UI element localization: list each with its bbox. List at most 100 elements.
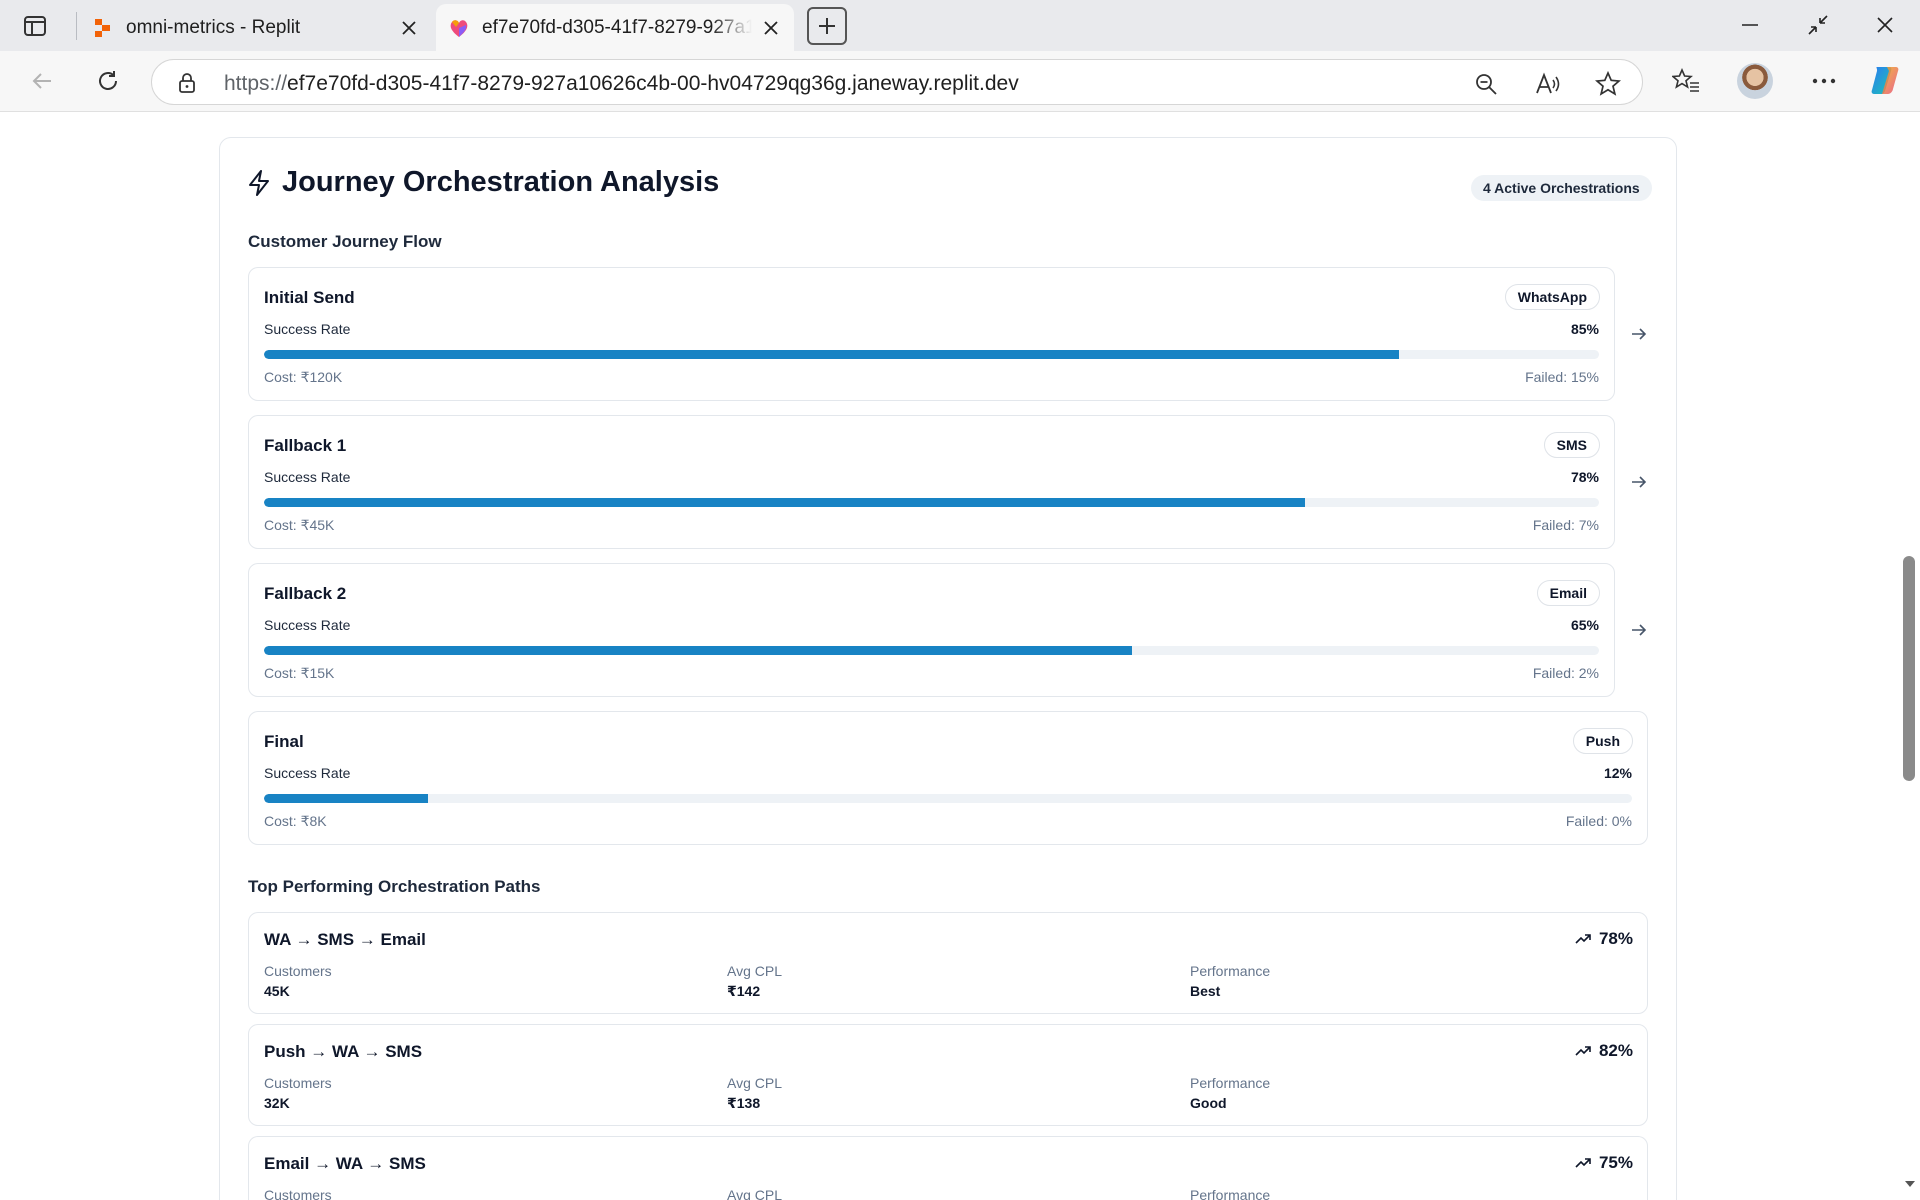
- performance-column: Performance Best: [1190, 963, 1270, 999]
- success-rate-label: Success Rate: [264, 617, 351, 633]
- avg-cpl-column: Avg CPL: [727, 1187, 782, 1200]
- customers-label: Customers: [264, 963, 332, 979]
- profile-avatar[interactable]: [1737, 63, 1773, 99]
- path-rate-value: 78%: [1598, 929, 1633, 948]
- settings-more-button[interactable]: [1804, 61, 1844, 101]
- url-host: ef7e70fd-d305-41f7-8279-927a10626c4b-00-…: [287, 72, 1019, 95]
- success-rate-value: 65%: [1570, 617, 1599, 633]
- success-progress-track: [264, 350, 1599, 359]
- customers-label: Customers: [264, 1075, 332, 1091]
- journey-step: Initial Send WhatsApp Success Rate 85% C…: [248, 267, 1615, 401]
- journey-step: Fallback 1 SMS Success Rate 78% Cost: ₹4…: [248, 415, 1615, 549]
- arrow-left-icon: [32, 73, 51, 89]
- path-name: WA → SMS → Email: [264, 930, 426, 949]
- reload-button[interactable]: [88, 61, 128, 101]
- top-paths-heading: Top Performing Orchestration Paths: [248, 877, 541, 896]
- customers-value: 32K: [264, 1095, 290, 1111]
- performance-column: Performance Good: [1190, 1075, 1270, 1111]
- success-progress-track: [264, 794, 1632, 803]
- avg-cpl-column: Avg CPL ₹142: [727, 963, 782, 1000]
- performance-value: Best: [1190, 983, 1221, 999]
- path-rate: 78%: [1575, 929, 1633, 949]
- restore-window-button[interactable]: [1790, 6, 1846, 44]
- more-horizontal-icon: [1812, 78, 1836, 84]
- lock-icon[interactable]: [176, 72, 198, 94]
- path-rate-value: 75%: [1598, 1153, 1633, 1172]
- success-rate-label: Success Rate: [264, 321, 351, 337]
- tab-separator: [76, 12, 77, 40]
- path-rate: 82%: [1575, 1041, 1633, 1061]
- favorite-star-icon[interactable]: [1594, 70, 1622, 98]
- avg-cpl-column: Avg CPL ₹138: [727, 1075, 782, 1112]
- performance-value: Good: [1190, 1095, 1227, 1111]
- customers-label: Customers: [264, 1187, 332, 1200]
- address-bar[interactable]: https://ef7e70fd-d305-41f7-8279-927a1062…: [151, 59, 1643, 105]
- path-name: Email → WA → SMS: [264, 1154, 426, 1173]
- trending-up-icon: [1575, 1046, 1591, 1056]
- new-tab-button[interactable]: [807, 7, 847, 45]
- journey-step: Fallback 2 Email Success Rate 65% Cost: …: [248, 563, 1615, 697]
- success-rate-value: 85%: [1570, 321, 1599, 337]
- page-scrollbar-thumb[interactable]: [1903, 556, 1915, 781]
- minimize-icon: [1742, 24, 1758, 26]
- zap-icon: [249, 169, 269, 196]
- tab-active-app[interactable]: ef7e70fd-d305-41f7-8279-927a10626c4b-00-…: [436, 4, 794, 51]
- browser-tab-bar: omni-metrics - Replit ef7e70fd-d305-41f7…: [0, 0, 1920, 51]
- browser-toolbar: https://ef7e70fd-d305-41f7-8279-927a1062…: [0, 51, 1920, 112]
- avg-cpl-label: Avg CPL: [727, 963, 782, 979]
- success-rate-value: 78%: [1570, 469, 1599, 485]
- close-icon: [1877, 17, 1893, 33]
- customers-value: 45K: [264, 983, 290, 999]
- restore-icon: [1808, 15, 1828, 35]
- channel-badge: Email: [1536, 580, 1600, 606]
- read-aloud-icon[interactable]: [1534, 70, 1562, 98]
- step-cost: Cost: ₹45K: [264, 517, 335, 533]
- success-progress-fill: [264, 350, 1399, 359]
- avg-cpl-label: Avg CPL: [727, 1187, 782, 1200]
- app-favicon-icon: [450, 20, 468, 37]
- step-name: Fallback 1: [264, 436, 347, 455]
- customers-column: Customers 45K: [264, 963, 332, 999]
- url-text: https://ef7e70fd-d305-41f7-8279-927a1062…: [224, 72, 1019, 96]
- favorites-button[interactable]: [1666, 61, 1706, 101]
- arrow-right-icon: [1628, 323, 1650, 345]
- avg-cpl-label: Avg CPL: [727, 1075, 782, 1091]
- channel-badge: WhatsApp: [1504, 284, 1600, 310]
- copilot-icon[interactable]: [1869, 63, 1903, 97]
- success-progress-track: [264, 646, 1599, 655]
- replit-favicon-icon: [95, 19, 110, 37]
- step-failed: Failed: 2%: [1532, 665, 1599, 681]
- step-name: Initial Send: [264, 288, 355, 307]
- tab-actions-menu-icon[interactable]: [18, 12, 52, 40]
- orchestration-path: Push → WA → SMS 82% Customers 32K Avg CP…: [248, 1024, 1648, 1126]
- path-rate-value: 82%: [1598, 1041, 1633, 1060]
- success-rate-label: Success Rate: [264, 469, 351, 485]
- tab-replit[interactable]: omni-metrics - Replit: [80, 4, 432, 51]
- success-progress-fill: [264, 794, 429, 803]
- avg-cpl-value: ₹142: [727, 983, 761, 999]
- reload-icon: [99, 71, 117, 90]
- step-cost: Cost: ₹8K: [264, 813, 327, 829]
- zoom-out-icon[interactable]: [1472, 70, 1500, 98]
- close-tab-icon[interactable]: [396, 15, 422, 41]
- performance-label: Performance: [1190, 963, 1271, 979]
- customers-column: Customers: [264, 1187, 332, 1200]
- channel-badge: Push: [1572, 728, 1633, 754]
- active-orchestrations-badge: 4 Active Orchestrations: [1471, 175, 1652, 201]
- back-button[interactable]: [22, 61, 62, 101]
- success-progress-fill: [264, 646, 1132, 655]
- card-title: Journey Orchestration Analysis: [248, 166, 719, 199]
- avg-cpl-value: ₹138: [727, 1095, 761, 1111]
- close-tab-icon[interactable]: [758, 15, 784, 41]
- arrow-right-icon: [1628, 619, 1650, 641]
- minimize-window-button[interactable]: [1722, 6, 1778, 44]
- close-window-button[interactable]: [1857, 6, 1913, 44]
- performance-label: Performance: [1190, 1187, 1271, 1200]
- scroll-down-arrow-icon[interactable]: [1902, 1176, 1918, 1192]
- success-rate-label: Success Rate: [264, 765, 351, 781]
- step-name: Final: [264, 732, 304, 751]
- performance-label: Performance: [1190, 1075, 1271, 1091]
- journey-step: Final Push Success Rate 12% Cost: ₹8K Fa…: [248, 711, 1648, 845]
- success-rate-value: 12%: [1603, 765, 1632, 781]
- orchestration-path: Email → WA → SMS 75% Customers Avg CPL P…: [248, 1136, 1648, 1200]
